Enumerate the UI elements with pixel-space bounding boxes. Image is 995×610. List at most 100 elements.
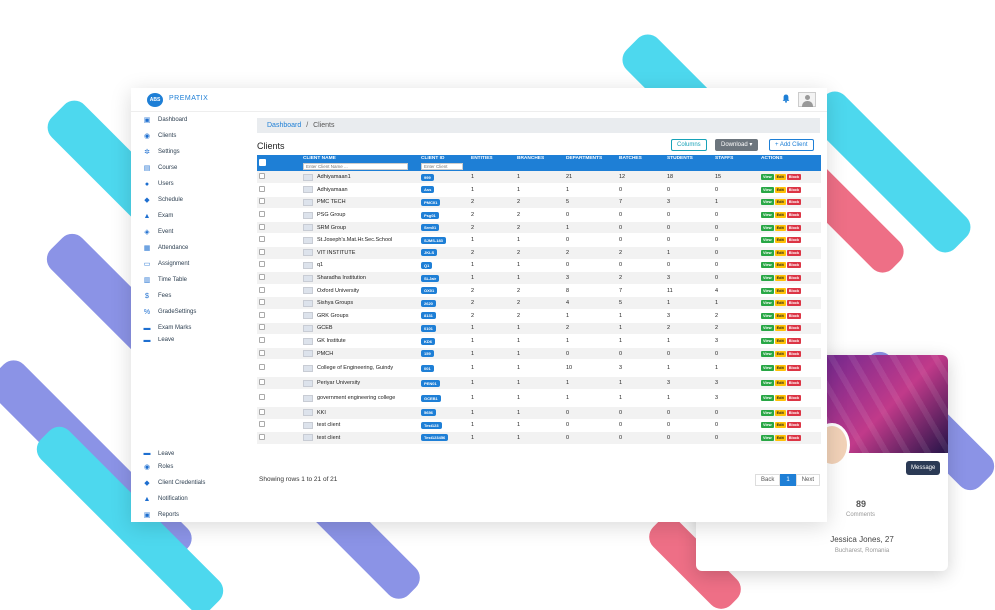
edit-button[interactable]: Edit [774, 287, 786, 294]
row-checkbox[interactable] [259, 408, 265, 415]
edit-button[interactable]: Edit [774, 212, 786, 219]
row-checkbox[interactable] [259, 185, 265, 192]
block-button[interactable]: Block [786, 199, 802, 206]
edit-button[interactable]: Edit [774, 325, 786, 332]
block-button[interactable]: Block [786, 422, 802, 429]
table-row[interactable]: Adhiyamaan1 999 1 1 21 12 18 15 View Edit Block [257, 171, 821, 185]
edit-button[interactable]: Edit [774, 224, 786, 231]
row-checkbox[interactable] [259, 311, 265, 318]
block-button[interactable]: Block [786, 365, 802, 372]
sidebar-item-settings[interactable]: ✲ Settings [143, 145, 180, 159]
table-row[interactable]: government engineering college GCEB1 1 1 1 1 1… [257, 389, 821, 407]
sidebar-item-users[interactable]: ● Users [143, 177, 174, 191]
block-button[interactable]: Block [786, 275, 802, 282]
sidebar-item-schedule[interactable]: ◆ Schedule [143, 193, 183, 207]
row-checkbox[interactable] [259, 364, 265, 371]
columns-button[interactable]: Columns [671, 139, 707, 151]
block-button[interactable]: Block [786, 249, 802, 256]
column-header-client-id[interactable]: CLIENT ID [419, 155, 469, 171]
view-button[interactable]: View [761, 224, 774, 231]
block-button[interactable]: Block [786, 224, 802, 231]
block-button[interactable]: Block [786, 300, 802, 307]
pagination-back-button[interactable]: Back [755, 474, 781, 486]
sidebar-item-event[interactable]: ◈ Event [143, 225, 173, 239]
edit-button[interactable]: Edit [774, 186, 786, 193]
edit-button[interactable]: Edit [774, 300, 786, 307]
table-row[interactable]: PSG Group Psg01 2 2 0 0 0 0 View Edit Block [257, 208, 821, 222]
row-checkbox[interactable] [259, 433, 265, 440]
block-button[interactable]: Block [786, 237, 802, 244]
sidebar-item-attendance[interactable]: ▦ Attendance [143, 241, 189, 255]
table-row[interactable]: Sishya Groups 2620 2 2 4 5 1 1 View Edit Block [257, 296, 821, 311]
edit-button[interactable]: Edit [774, 338, 786, 345]
block-button[interactable]: Block [786, 325, 802, 332]
block-button[interactable]: Block [786, 350, 802, 357]
edit-button[interactable]: Edit [774, 237, 786, 244]
sidebar-item-exam[interactable]: ▲ Exam [143, 209, 174, 223]
column-header-client-name[interactable]: CLIENT NAME [301, 155, 419, 171]
table-row[interactable]: Adhiyamaan Ass 1 1 1 0 0 0 View Edit Block [257, 183, 821, 197]
block-button[interactable]: Block [786, 409, 802, 416]
view-button[interactable]: View [761, 434, 774, 441]
message-button[interactable]: Message [906, 461, 941, 475]
column-header-branches[interactable]: BRANCHES [515, 155, 564, 171]
view-button[interactable]: View [761, 212, 774, 219]
edit-button[interactable]: Edit [774, 312, 786, 319]
brand-logo[interactable]: ABS [147, 93, 163, 107]
row-checkbox[interactable] [259, 379, 265, 386]
row-checkbox[interactable] [259, 394, 265, 400]
view-button[interactable]: View [761, 365, 774, 372]
edit-button[interactable]: Edit [774, 262, 786, 269]
table-row[interactable]: PMCH 159 1 1 0 0 0 0 View Edit Block [257, 347, 821, 361]
download-button[interactable]: Download ▾ [715, 139, 759, 151]
row-checkbox[interactable] [259, 421, 265, 428]
row-checkbox[interactable] [259, 236, 265, 243]
table-row[interactable]: test client Test123 1 1 0 0 0 0 View Edit Block [257, 419, 821, 433]
sidebar-item-clients[interactable]: ◉ Clients [143, 129, 176, 143]
view-button[interactable]: View [761, 186, 774, 193]
sidebar-item-roles[interactable]: ◉ Roles [143, 460, 173, 474]
view-button[interactable]: View [761, 380, 774, 387]
row-checkbox[interactable] [259, 211, 265, 218]
breadcrumb-home-link[interactable]: Dashboard [267, 122, 301, 129]
view-button[interactable]: View [761, 338, 774, 345]
table-row[interactable]: test client Test123456 1 1 0 0 0 0 View Edit Block [257, 431, 821, 445]
table-row[interactable]: VIT INSTITUTE JKLS 2 2 2 2 1 0 View Edit Block [257, 246, 821, 260]
sidebar-item-assignment[interactable]: ▭ Assignment [143, 257, 190, 271]
edit-button[interactable]: Edit [774, 395, 786, 401]
column-header-staffs[interactable]: STAFFS [713, 155, 759, 171]
table-row[interactable]: GRK Groups 8131 2 2 1 1 3 2 View Edit Block [257, 309, 821, 323]
row-checkbox[interactable] [259, 261, 265, 268]
edit-button[interactable]: Edit [774, 409, 786, 416]
row-checkbox[interactable] [259, 349, 265, 356]
user-avatar[interactable] [798, 92, 816, 107]
table-row[interactable]: GCEB 0101 1 1 2 1 2 2 View Edit Block [257, 322, 821, 336]
sidebar-item-exam-marks[interactable]: ▬ Exam Marks [143, 321, 192, 335]
view-button[interactable]: View [761, 422, 774, 429]
row-checkbox[interactable] [259, 274, 265, 281]
sidebar-item-leave[interactable]: ▬ Leave [143, 450, 175, 457]
view-button[interactable]: View [761, 312, 774, 319]
table-row[interactable]: St.Joseph's.Mat.Hr.Sec.School SJMS-183 1 1 0… [257, 233, 821, 248]
edit-button[interactable]: Edit [774, 199, 786, 206]
view-button[interactable]: View [761, 275, 774, 282]
block-button[interactable]: Block [786, 212, 802, 219]
bell-icon[interactable] [782, 94, 790, 103]
view-button[interactable]: View [761, 300, 774, 307]
column-header-students[interactable]: STUDENTS [665, 155, 713, 171]
view-button[interactable]: View [761, 249, 774, 256]
view-button[interactable]: View [761, 237, 774, 244]
edit-button[interactable]: Edit [774, 174, 786, 181]
view-button[interactable]: View [761, 409, 774, 416]
row-checkbox[interactable] [259, 286, 265, 293]
row-checkbox[interactable] [259, 337, 265, 344]
table-row[interactable]: KKI 5656 1 1 0 0 0 0 View Edit Block [257, 406, 821, 420]
edit-button[interactable]: Edit [774, 422, 786, 429]
block-button[interactable]: Block [786, 312, 802, 319]
row-checkbox[interactable] [259, 324, 265, 331]
sidebar-item-gradesettings[interactable]: % GradeSettings [143, 305, 196, 319]
block-button[interactable]: Block [786, 338, 802, 345]
client-name-filter-input[interactable] [303, 163, 408, 170]
table-row[interactable]: SRM Group Srm01 2 2 1 0 0 0 View Edit Block [257, 221, 821, 235]
block-button[interactable]: Block [786, 262, 802, 269]
